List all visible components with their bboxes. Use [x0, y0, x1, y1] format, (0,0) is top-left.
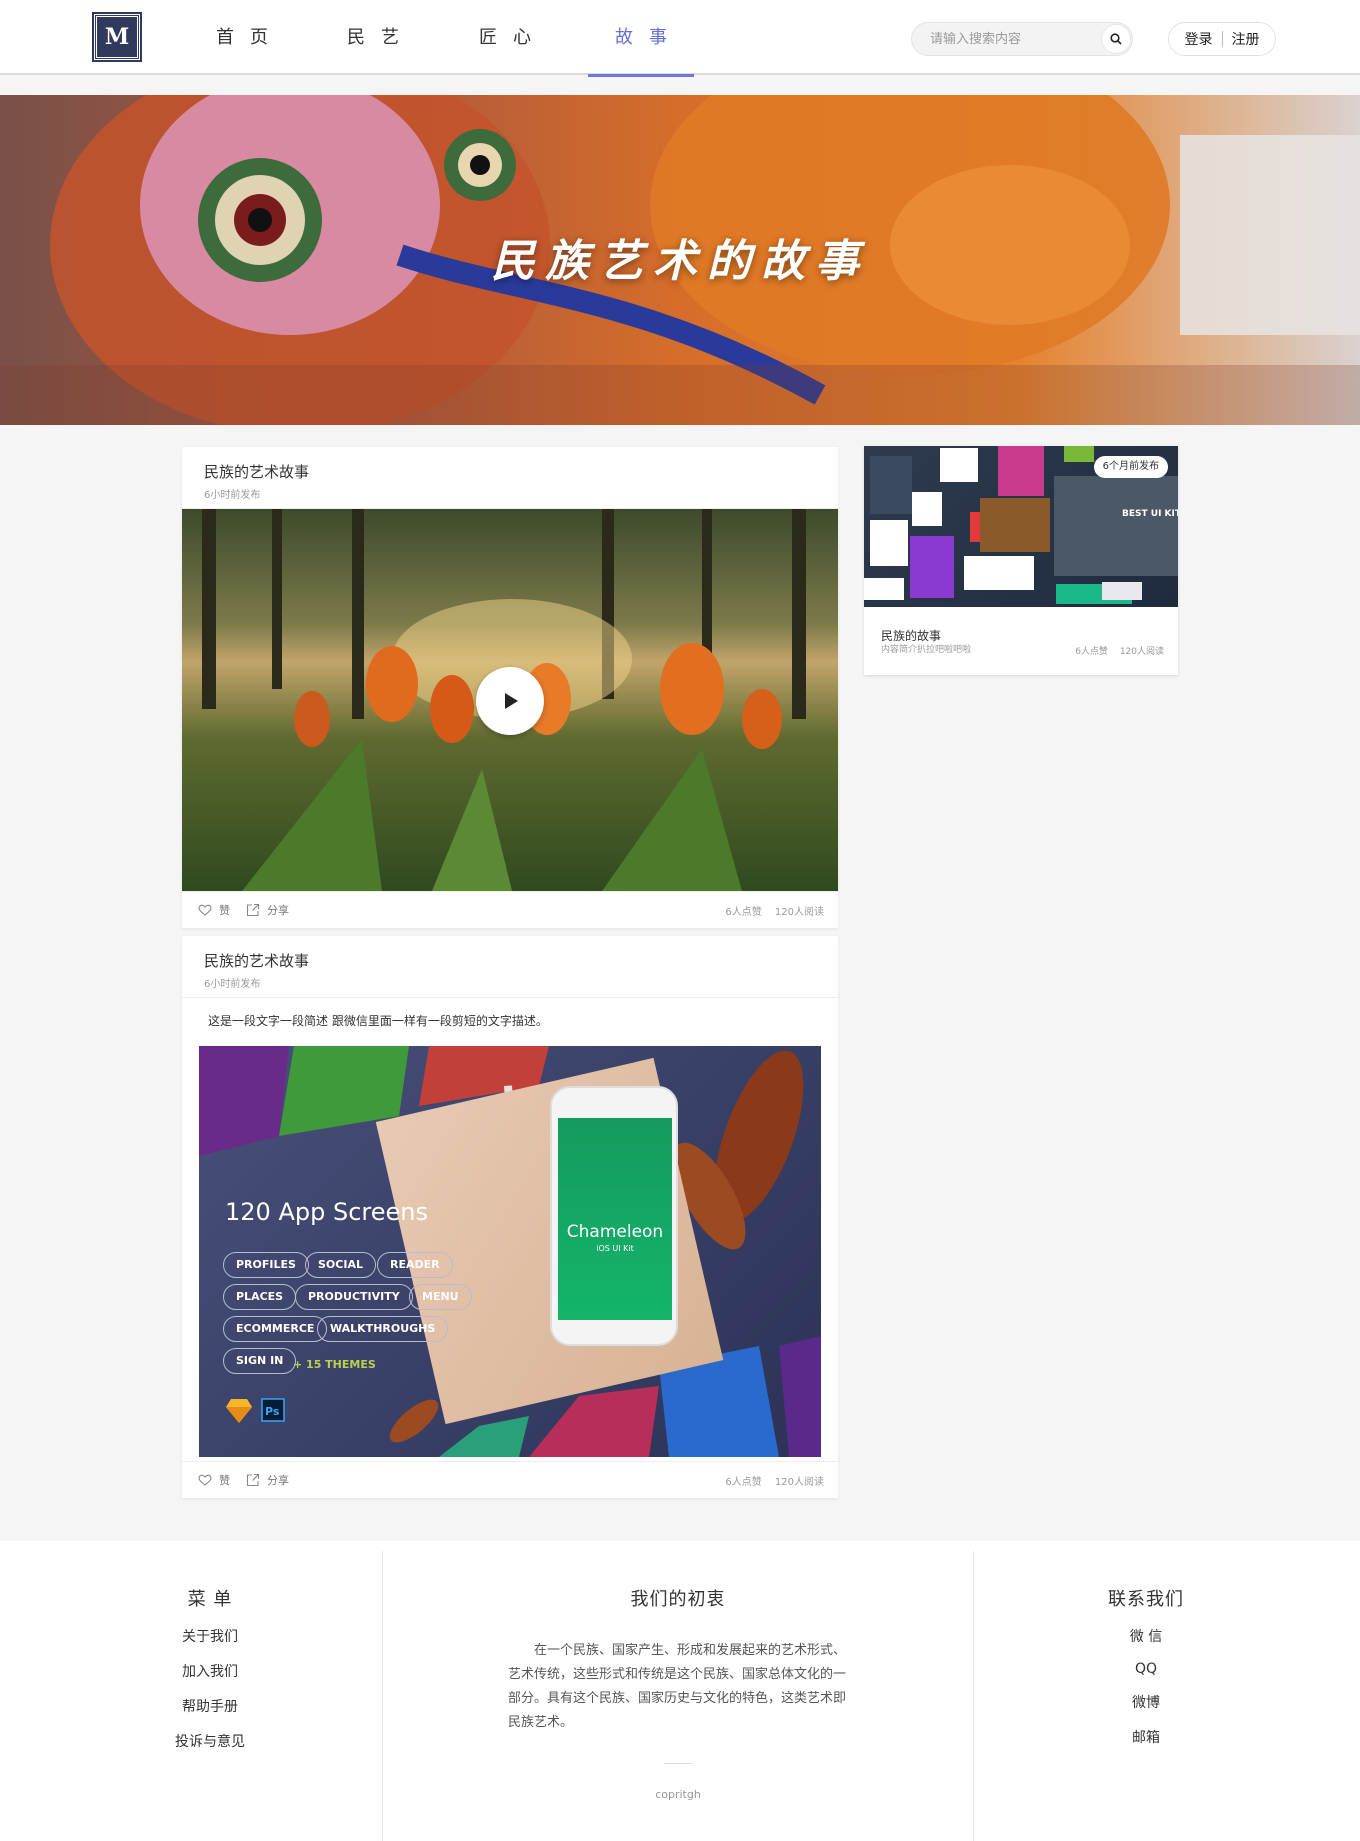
like-button[interactable]: 赞: [198, 902, 230, 918]
post-card-video: 民族的艺术故事 6小时前发布 赞 分享 6人点赞 120人阅读: [182, 447, 838, 928]
auth-links: 登录 注册: [1168, 22, 1276, 56]
post-description: 这是一段文字一段简述 跟微信里面一样有一段剪短的文字描述。: [208, 1014, 548, 1028]
share-label: 分享: [267, 1474, 289, 1487]
share-button[interactable]: 分享: [246, 902, 289, 918]
post-card-image: 民族的艺术故事 6小时前发布 这是一段文字一段简述 跟微信里面一样有一段剪短的文…: [182, 936, 838, 1498]
heart-icon: [198, 1474, 212, 1486]
footer-contact-title: 联系我们: [1108, 1589, 1184, 1610]
register-link[interactable]: 注册: [1232, 29, 1260, 49]
post-time: 6小时前发布: [204, 490, 261, 501]
photoshop-icon: Ps: [261, 1398, 285, 1422]
like-count: 6人点赞: [725, 1476, 762, 1488]
hero-banner: 民族艺术的故事: [0, 95, 1360, 425]
tag-pill: WALKTHROUGHS: [317, 1316, 449, 1342]
contact-wechat[interactable]: 微 信: [1046, 1626, 1246, 1646]
contact-email[interactable]: 邮箱: [1046, 1727, 1246, 1747]
share-icon: [246, 903, 260, 917]
share-button[interactable]: 分享: [246, 1472, 289, 1488]
footer-link-join[interactable]: 加入我们: [110, 1661, 310, 1681]
footer-divider: [382, 1551, 383, 1841]
footer-link-help[interactable]: 帮助手册: [110, 1696, 310, 1716]
like-button[interactable]: 赞: [198, 1472, 230, 1488]
post-image[interactable]: Chameleon iOS UI Kit 120 App Screens PRO…: [199, 1046, 821, 1457]
footer-contact-column: 联系我们 微 信 QQ 微博 邮箱: [1046, 1541, 1246, 1841]
publish-time-badge: 6个月前发布: [1093, 456, 1168, 478]
top-nav-bar: M 首页 民艺 匠心 故事 登录 注册: [0, 0, 1360, 77]
tag-pill: SOCIAL: [305, 1252, 376, 1278]
footer-menu-title: 菜 单: [187, 1589, 233, 1610]
footer-copyright: copritgh: [655, 1788, 701, 1801]
sketch-icon: [226, 1399, 252, 1423]
post-stats: 6人点赞 120人阅读: [715, 903, 824, 918]
tag-pill: ECOMMERCE: [223, 1316, 328, 1342]
post-footer: 赞 分享 6人点赞 120人阅读: [182, 891, 838, 928]
footer-menu-column: 菜 单 关于我们 加入我们 帮助手册 投诉与意见: [110, 1541, 310, 1841]
post-header: 民族的艺术故事 6小时前发布: [182, 936, 838, 998]
footer-about-column: 我们的初衷 在一个民族、国家产生、形成和发展起来的艺术形式、艺术传统，这些形式和…: [388, 1541, 968, 1841]
like-label: 赞: [219, 1474, 230, 1487]
read-count: 120人阅读: [774, 1476, 824, 1488]
heart-icon: [198, 904, 212, 916]
side-story-card[interactable]: BEST UI KIT EV 6个月前发布 民族的故事 内容简介扒拉吧啦吧啦 6…: [864, 446, 1178, 675]
login-link[interactable]: 登录: [1185, 29, 1213, 49]
footer-dash: [664, 1763, 692, 1764]
post-header: 民族的艺术故事 6小时前发布: [182, 447, 838, 509]
nav-craftsmanship[interactable]: 匠心: [473, 0, 553, 75]
search-box: [911, 22, 1133, 56]
phone-mockup: Chameleon iOS UI Kit: [550, 1086, 678, 1346]
post-title[interactable]: 民族的艺术故事: [204, 950, 816, 971]
play-icon: [505, 693, 518, 709]
auth-divider: [1221, 31, 1223, 47]
nav-stories[interactable]: 故事: [588, 0, 694, 77]
footer-divider: [973, 1551, 974, 1841]
post-time: 6小时前发布: [204, 979, 261, 990]
ui-kit-caption: BEST UI KIT EV: [1122, 509, 1178, 519]
share-icon: [246, 1473, 260, 1487]
footer-link-feedback[interactable]: 投诉与意见: [110, 1731, 310, 1751]
like-count: 6人点赞: [725, 906, 762, 918]
share-label: 分享: [267, 904, 289, 917]
tag-pill: PRODUCTIVITY: [295, 1284, 413, 1310]
site-logo[interactable]: M: [92, 12, 142, 62]
read-count: 120人阅读: [774, 906, 824, 918]
contact-qq[interactable]: QQ: [1046, 1661, 1246, 1677]
nav-folk-art[interactable]: 民艺: [341, 0, 421, 75]
search-icon: [1110, 33, 1122, 45]
tag-pill: SIGN IN: [223, 1348, 297, 1374]
search-button[interactable]: [1101, 24, 1131, 54]
post-footer: 赞 分享 6人点赞 120人阅读: [182, 1461, 838, 1498]
post-title[interactable]: 民族的艺术故事: [204, 461, 816, 482]
footer-about-title: 我们的初衷: [630, 1589, 726, 1610]
banner-title: 民族艺术的故事: [491, 236, 869, 287]
search-input[interactable]: [912, 23, 1092, 55]
like-count: 6人点赞: [1075, 647, 1108, 657]
themes-count: + 15 THEMES: [293, 1358, 376, 1371]
read-count: 120人阅读: [1119, 647, 1164, 657]
site-footer: 菜 单 关于我们 加入我们 帮助手册 投诉与意见 我们的初衷 在一个民族、国家产…: [0, 1541, 1360, 1841]
footer-about-text: 在一个民族、国家产生、形成和发展起来的艺术形式、艺术传统，这些形式和传统是这个民…: [508, 1643, 847, 1730]
tag-pill: PLACES: [223, 1284, 297, 1310]
phone-screen: Chameleon iOS UI Kit: [558, 1118, 672, 1320]
like-label: 赞: [219, 904, 230, 917]
side-card-description: 内容简介扒拉吧啦吧啦: [881, 645, 972, 655]
tag-pill: MENU: [409, 1284, 472, 1310]
nav-home[interactable]: 首页: [210, 0, 290, 75]
tag-pill: READER: [377, 1252, 453, 1278]
brand-subtitle: iOS UI Kit: [596, 1244, 634, 1253]
contact-weibo[interactable]: 微博: [1046, 1692, 1246, 1712]
footer-link-about[interactable]: 关于我们: [110, 1626, 310, 1646]
video-thumbnail[interactable]: [182, 509, 838, 891]
side-card-stats: 6人点赞 120人阅读: [1066, 644, 1164, 657]
tag-pill: PROFILES: [223, 1252, 309, 1278]
brand-name: Chameleon: [566, 1222, 664, 1242]
post-stats: 6人点赞 120人阅读: [715, 1473, 824, 1488]
side-card-image[interactable]: BEST UI KIT EV 6个月前发布: [864, 446, 1178, 607]
svg-text:Ps: Ps: [265, 1405, 280, 1418]
play-button[interactable]: [476, 667, 544, 735]
promo-headline: 120 App Screens: [225, 1198, 428, 1226]
